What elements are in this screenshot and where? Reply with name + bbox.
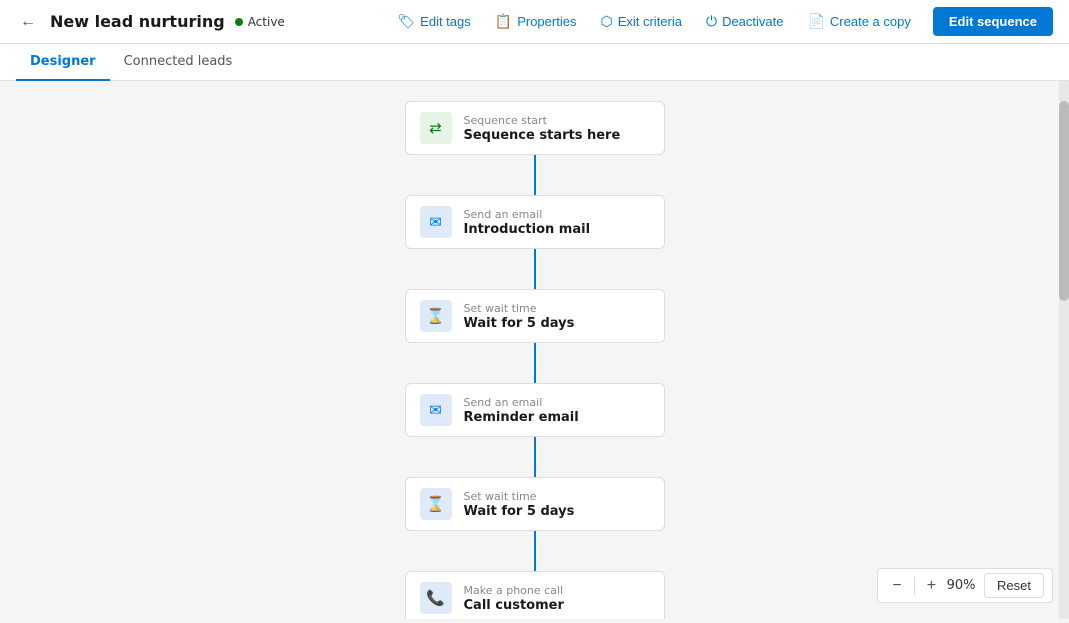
sequence-start-icon: ⇄ xyxy=(420,112,452,144)
exit-criteria-label: Exit criteria xyxy=(618,14,682,29)
intro-email-icon: ✉ xyxy=(420,206,452,238)
zoom-controls: − + 90% Reset xyxy=(877,568,1053,603)
deactivate-button[interactable]: ⏻ Deactivate xyxy=(696,7,794,36)
step-start-label: Sequence start xyxy=(464,114,621,127)
wait-1-title: Wait for 5 days xyxy=(464,316,575,331)
wait-2-title: Wait for 5 days xyxy=(464,504,575,519)
wait-2-content: Set wait time Wait for 5 days xyxy=(464,490,575,519)
zoom-reset-button[interactable]: Reset xyxy=(984,573,1044,598)
status-badge: Active xyxy=(235,15,285,29)
edit-tags-label: Edit tags xyxy=(420,14,471,29)
connector-3 xyxy=(534,343,536,383)
status-label: Active xyxy=(248,15,285,29)
header: ← New lead nurturing Active 🏷 Edit tags … xyxy=(0,0,1069,44)
wait-1-icon: ⌛ xyxy=(420,300,452,332)
connector-4 xyxy=(534,437,536,477)
wait-2-icon: ⌛ xyxy=(420,488,452,520)
zoom-out-button[interactable]: − xyxy=(886,576,907,596)
step-start-content: Sequence start Sequence starts here xyxy=(464,114,621,143)
step-wait-1[interactable]: ⌛ Set wait time Wait for 5 days xyxy=(405,289,665,343)
wait-1-label: Set wait time xyxy=(464,302,575,315)
connector-5 xyxy=(534,531,536,571)
edit-tags-button[interactable]: 🏷 Edit tags xyxy=(387,7,480,36)
step-wait-2[interactable]: ⌛ Set wait time Wait for 5 days xyxy=(405,477,665,531)
call-customer-title: Call customer xyxy=(464,598,564,613)
scrollbar-thumb[interactable] xyxy=(1059,101,1069,301)
flow-container: ⇄ Sequence start Sequence starts here ✉ … xyxy=(0,81,1069,619)
call-customer-label: Make a phone call xyxy=(464,584,564,597)
properties-icon: 📋 xyxy=(495,13,512,30)
step-reminder-email[interactable]: ✉ Send an email Reminder email xyxy=(405,383,665,437)
intro-email-content: Send an email Introduction mail xyxy=(464,208,591,237)
vertical-scrollbar[interactable] xyxy=(1059,81,1069,619)
exit-criteria-button[interactable]: ⬡ Exit criteria xyxy=(590,7,692,36)
properties-label: Properties xyxy=(517,14,576,29)
call-customer-content: Make a phone call Call customer xyxy=(464,584,564,613)
zoom-value: 90% xyxy=(946,578,976,593)
edit-tags-icon: 🏷 xyxy=(397,13,415,30)
reminder-email-content: Send an email Reminder email xyxy=(464,396,579,425)
tab-connected-leads[interactable]: Connected leads xyxy=(110,44,247,81)
exit-criteria-icon: ⬡ xyxy=(600,13,612,30)
deactivate-icon: ⏻ xyxy=(706,13,717,30)
step-intro-email[interactable]: ✉ Send an email Introduction mail xyxy=(405,195,665,249)
create-copy-label: Create a copy xyxy=(830,14,911,29)
back-button[interactable]: ← xyxy=(16,9,40,35)
reminder-email-icon: ✉ xyxy=(420,394,452,426)
intro-email-title: Introduction mail xyxy=(464,222,591,237)
status-dot-icon xyxy=(235,18,243,26)
step-sequence-start[interactable]: ⇄ Sequence start Sequence starts here xyxy=(405,101,665,155)
reminder-email-label: Send an email xyxy=(464,396,579,409)
connector-2 xyxy=(534,249,536,289)
reminder-email-title: Reminder email xyxy=(464,410,579,425)
deactivate-label: Deactivate xyxy=(722,14,783,29)
zoom-divider xyxy=(914,577,915,595)
header-actions: 🏷 Edit tags 📋 Properties ⬡ Exit criteria… xyxy=(387,7,1053,36)
wait-2-label: Set wait time xyxy=(464,490,575,503)
create-copy-button[interactable]: 📄 Create a copy xyxy=(797,7,920,36)
edit-sequence-button[interactable]: Edit sequence xyxy=(933,7,1053,36)
designer-canvas: ⇄ Sequence start Sequence starts here ✉ … xyxy=(0,81,1069,619)
properties-button[interactable]: 📋 Properties xyxy=(485,7,587,36)
zoom-in-button[interactable]: + xyxy=(921,576,942,596)
wait-1-content: Set wait time Wait for 5 days xyxy=(464,302,575,331)
step-call-customer[interactable]: 📞 Make a phone call Call customer xyxy=(405,571,665,619)
intro-email-label: Send an email xyxy=(464,208,591,221)
page-title: New lead nurturing xyxy=(50,12,225,31)
tab-designer[interactable]: Designer xyxy=(16,44,110,81)
tabs-bar: Designer Connected leads xyxy=(0,44,1069,81)
step-start-title: Sequence starts here xyxy=(464,128,621,143)
call-customer-icon: 📞 xyxy=(420,582,452,614)
connector-1 xyxy=(534,155,536,195)
create-copy-icon: 📄 xyxy=(807,13,824,30)
